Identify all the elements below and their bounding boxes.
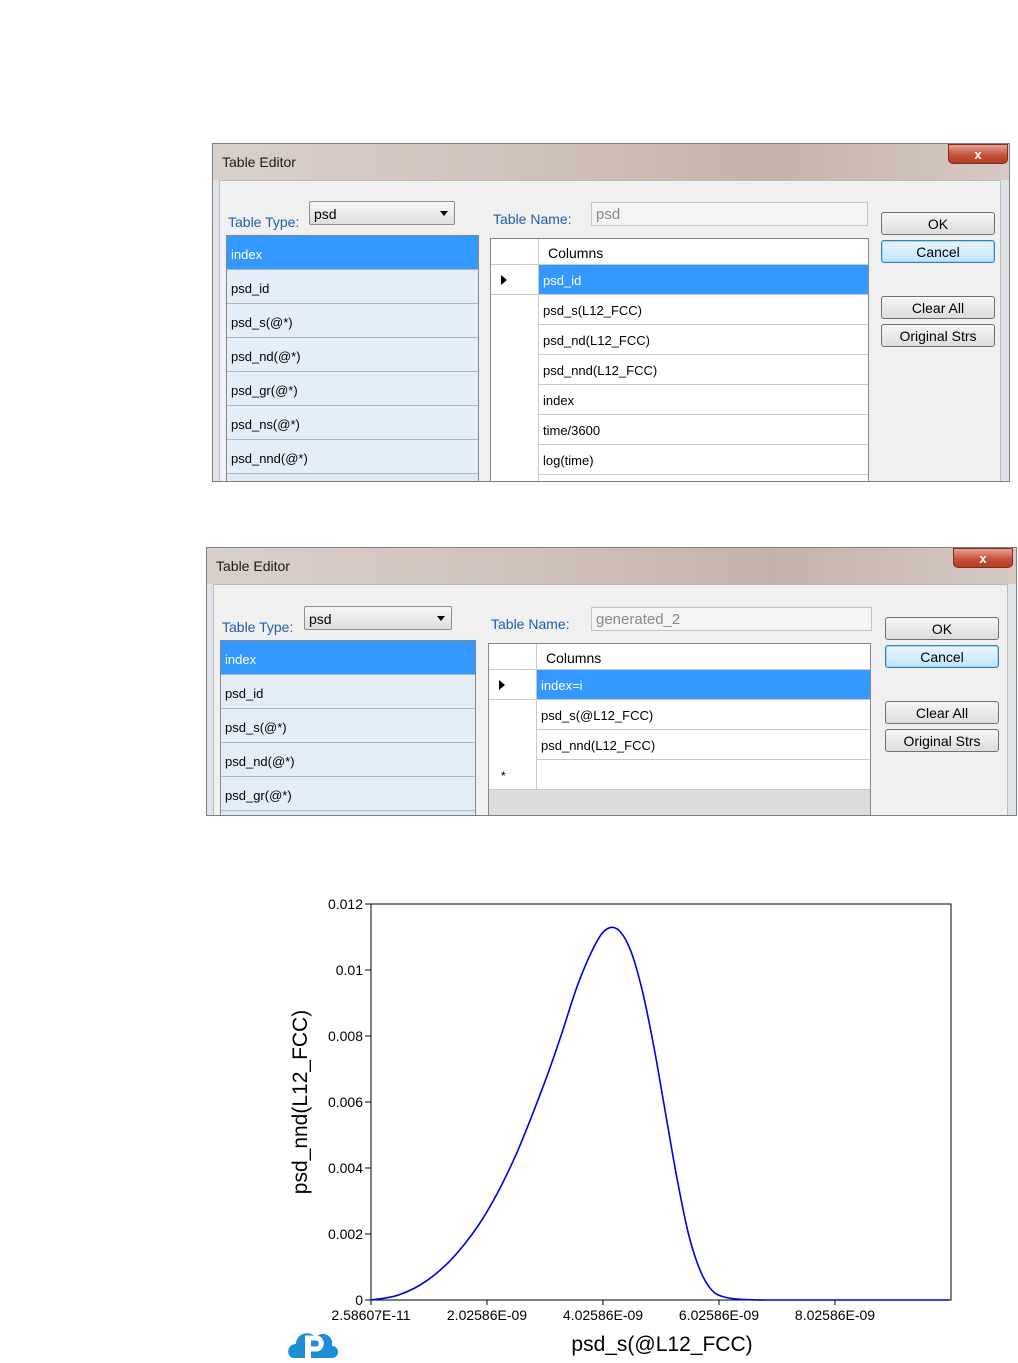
columns-grid[interactable]: Columns psd_id psd_s(L12_FCC) psd_nd(L12… (490, 238, 869, 481)
list-item[interactable]: psd_s(@*) (221, 709, 475, 743)
cancel-button[interactable]: Cancel (881, 240, 995, 263)
row-header-column (491, 265, 539, 481)
dialog-client-area: Table Type: psd Table Name: psd index ps… (219, 180, 1001, 481)
x-tick-label: 4.02586E-09 (563, 1307, 643, 1323)
columns-header: Columns (548, 245, 604, 261)
row-header[interactable] (489, 670, 537, 700)
grid-empty-area (489, 790, 870, 815)
dialog-title: Table Editor (222, 154, 296, 170)
list-item[interactable]: psd_id (221, 675, 475, 709)
y-tick-label: 0.01 (336, 962, 363, 978)
y-tick-label: 0 (355, 1292, 363, 1308)
dialog-title: Table Editor (216, 558, 290, 574)
dialog-client-area: Table Type: psd Table Name: generated_2 … (213, 584, 1008, 815)
table-row[interactable]: index (539, 385, 868, 415)
plot-area (370, 903, 952, 1301)
y-axis: 0 0.002 0.004 0.006 0.008 0.01 0.012 (328, 896, 371, 1308)
table-type-label: Table Type: (228, 214, 300, 230)
clear-all-button[interactable]: Clear All (881, 296, 995, 319)
table-row[interactable]: log(time) (539, 445, 868, 475)
x-axis: 2.58607E-11 2.02586E-09 4.02586E-09 6.02586… (331, 1300, 875, 1323)
y-tick-label: 0.002 (328, 1226, 363, 1242)
grid-corner (489, 644, 537, 670)
table-row[interactable]: time/3600 (539, 415, 868, 445)
x-axis-label: psd_s(@L12_FCC) (571, 1333, 752, 1356)
grid-corner (491, 239, 539, 265)
cancel-button[interactable]: Cancel (885, 645, 999, 668)
list-item[interactable]: psd_nd(@*) (221, 743, 475, 777)
ok-button[interactable]: OK (881, 212, 995, 235)
original-strs-button[interactable]: Original Strs (885, 729, 999, 752)
y-tick-label: 0.012 (328, 896, 363, 912)
x-tick-label: 6.02586E-09 (679, 1307, 759, 1323)
table-row[interactable]: psd_s(L12_FCC) (539, 295, 868, 325)
psd-chart: 0 0.002 0.004 0.006 0.008 0.01 0.012 2.58607E-… (288, 896, 952, 1358)
chevron-down-icon (437, 616, 445, 621)
table-row[interactable]: psd_s(@L12_FCC) (537, 700, 870, 730)
close-button[interactable]: x (953, 548, 1013, 568)
y-axis-label: psd_nnd(L12_FCC) (289, 1010, 312, 1194)
new-row-header[interactable]: * (489, 760, 537, 790)
grid-header: Columns (489, 644, 870, 670)
y-tick-label: 0.008 (328, 1028, 363, 1044)
list-item[interactable]: psd_id (227, 270, 478, 304)
new-row-icon: * (501, 769, 506, 783)
table-type-value: psd (309, 611, 332, 627)
table-name-label: Table Name: (491, 616, 570, 632)
list-item[interactable]: psd_nd(@*) (227, 338, 478, 372)
new-row[interactable] (537, 760, 870, 790)
table-name-value: generated_2 (596, 611, 681, 628)
columns-grid[interactable]: Columns index=i psd_s(@L12_FCC) psd_nnd(… (488, 643, 871, 815)
table-row[interactable]: psd_nnd(L12_FCC) (539, 355, 868, 385)
current-row-icon (499, 680, 505, 690)
x-tick-label: 8.02586E-09 (795, 1307, 875, 1323)
chevron-down-icon (440, 211, 448, 216)
list-item[interactable]: psd_s(@*) (227, 304, 478, 338)
close-icon: x (974, 146, 982, 162)
table-editor-dialog-2: Table Editor x Table Type: psd Table Nam… (206, 547, 1017, 816)
list-item[interactable]: psd_gr(@*) (221, 777, 475, 811)
list-item[interactable]: psd_gr(@*) (227, 372, 478, 406)
list-item[interactable]: psd_ns(@*) (227, 406, 478, 440)
table-type-select[interactable]: psd (309, 201, 455, 225)
table-name-value: psd (596, 206, 621, 223)
table-name-input[interactable]: psd (591, 202, 868, 226)
table-name-label: Table Name: (493, 211, 572, 227)
grid-header: Columns (491, 239, 868, 265)
original-strs-button[interactable]: Original Strs (881, 324, 995, 347)
list-item[interactable]: index (227, 236, 478, 270)
x-tick-label: 2.02586E-09 (447, 1307, 527, 1323)
list-item[interactable]: index (221, 641, 475, 675)
close-icon: x (979, 550, 987, 566)
y-tick-label: 0.004 (328, 1160, 363, 1176)
title-bar: Table Editor (213, 144, 1009, 180)
close-button[interactable]: x (948, 144, 1008, 164)
table-editor-dialog-1: Table Editor x Table Type: psd Table Nam… (212, 143, 1010, 482)
title-bar: Table Editor (207, 548, 1016, 584)
table-name-input[interactable]: generated_2 (591, 607, 872, 631)
row-header[interactable] (491, 265, 539, 295)
table-row[interactable]: psd_nnd(L12_FCC) (537, 730, 870, 760)
table-type-value: psd (314, 206, 337, 222)
table-row[interactable]: index=i (537, 670, 870, 700)
columns-header: Columns (546, 650, 602, 666)
list-item[interactable]: psd_nnd(@*) (227, 440, 478, 474)
x-tick-label: 2.58607E-11 (331, 1307, 410, 1323)
ok-button[interactable]: OK (885, 617, 999, 640)
column-type-list[interactable]: index psd_id psd_s(@*) psd_nd(@*) psd_gr… (226, 235, 479, 481)
table-type-select[interactable]: psd (304, 606, 452, 630)
cloud-p-logo-icon (288, 1333, 338, 1358)
y-tick-label: 0.006 (328, 1094, 363, 1110)
clear-all-button[interactable]: Clear All (885, 701, 999, 724)
table-row[interactable]: psd_nd(L12_FCC) (539, 325, 868, 355)
column-type-list[interactable]: index psd_id psd_s(@*) psd_nd(@*) psd_gr… (220, 640, 476, 815)
current-row-icon (501, 275, 507, 285)
table-type-label: Table Type: (222, 619, 294, 635)
table-row[interactable]: psd_id (539, 265, 868, 295)
